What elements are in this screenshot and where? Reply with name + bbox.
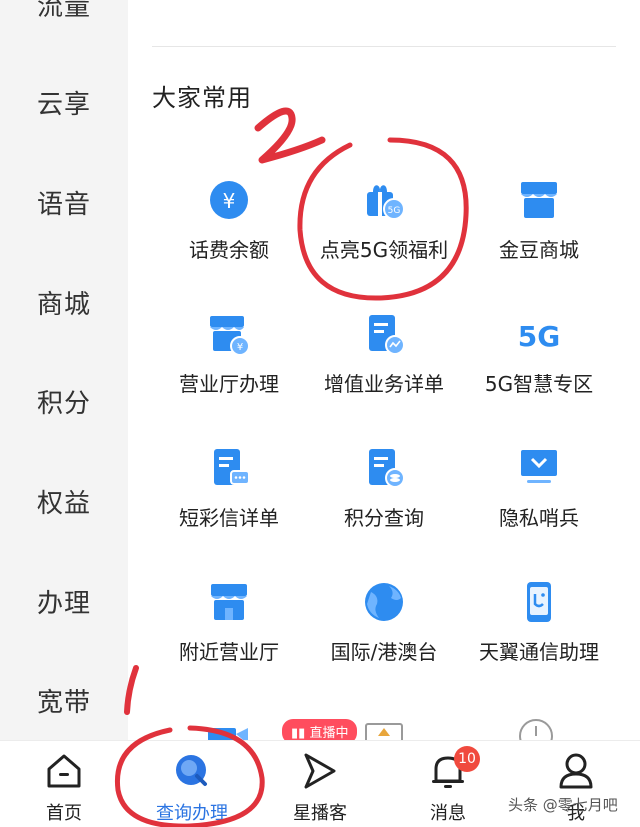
gift-5g-icon: 5G [367, 185, 405, 220]
user-icon [559, 753, 593, 789]
partial-grid-row [128, 712, 640, 740]
nav-query[interactable]: 查询办理 [128, 741, 256, 827]
section-title: 大家常用 [152, 84, 252, 112]
5g-logo-icon: 5G [518, 320, 560, 353]
grid-label: 隐私哨兵 [499, 506, 579, 530]
grid-label: 话费余额 [189, 238, 269, 262]
grid-label: 积分查询 [344, 506, 424, 530]
grid-item-nearby-hall[interactable]: 附近营业厅 [144, 580, 314, 690]
globe-icon [365, 583, 403, 621]
play-arrow-icon [304, 753, 336, 789]
svg-text:¥: ¥ [237, 342, 243, 353]
grid-item-points-query[interactable]: 积分查询 [299, 446, 469, 556]
document-message-icon [214, 449, 250, 485]
nav-home[interactable]: 首页 [0, 741, 128, 827]
grid-label: 附近营业厅 [179, 640, 279, 664]
grid-item-balance[interactable]: ¥ 话费余额 [144, 178, 314, 288]
grid-item-tianyi-assistant[interactable]: 天翼通信助理 [454, 580, 624, 690]
grid-item-international[interactable]: 国际/港澳台 [299, 580, 469, 690]
nav-label: 查询办理 [156, 803, 228, 824]
sidebar-item-benefits[interactable]: 权益 [0, 483, 128, 520]
document-coins-icon [369, 449, 405, 488]
monitor-shield-icon [521, 450, 557, 483]
grid-label: 5G智慧专区 [484, 372, 594, 396]
grid-label: 增值业务详单 [324, 372, 444, 396]
phone-assistant-icon [527, 582, 551, 622]
sidebar-item-mall[interactable]: 商城 [0, 284, 128, 321]
sidebar-item-traffic[interactable]: 流量 [0, 0, 128, 23]
search-icon [176, 755, 207, 786]
grid-label: 国际/港澳台 [330, 640, 438, 664]
unread-badge: 10 [454, 746, 480, 772]
grid-label: 天翼通信助理 [479, 640, 599, 664]
svg-text:5G: 5G [388, 206, 401, 216]
svg-text:5G: 5G [518, 320, 560, 353]
clock-icon [519, 719, 553, 740]
store-yuan-icon: ¥ [210, 316, 250, 356]
live-badge[interactable]: ▮▮ 直播中 [282, 719, 358, 740]
grid-label: 营业厅办理 [179, 372, 279, 396]
grid-item-vas-detail[interactable]: 增值业务详单 [299, 312, 469, 422]
grid-item-5g-benefits[interactable]: 5G 点亮5G领福利 [299, 178, 469, 288]
yuan-coin-icon: ¥ [210, 181, 248, 219]
grid-item-privacy-sentinel[interactable]: 隐私哨兵 [454, 446, 624, 556]
sidebar-item-cloud[interactable]: 云享 [0, 84, 128, 121]
nearby-store-icon [211, 584, 247, 620]
svg-text:¥: ¥ [223, 189, 236, 213]
main-panel: 大家常用 ¥ 话费余额 5G 点亮5G领福利 金豆商城 ¥ 营业厅办理 增值业务… [128, 0, 640, 740]
nav-label: 首页 [46, 803, 82, 824]
sidebar-item-points[interactable]: 积分 [0, 383, 128, 420]
divider [152, 46, 616, 47]
grid-item-gold-mall[interactable]: 金豆商城 [454, 178, 624, 288]
live-badge-label: 直播中 [309, 726, 349, 740]
nav-label: 消息 [430, 803, 466, 824]
folder-upload-icon [365, 723, 403, 740]
sidebar-item-voice[interactable]: 语音 [0, 184, 128, 221]
shop-icon [521, 182, 557, 218]
nav-star-podcast[interactable]: 星播客 [256, 741, 384, 827]
live-bars-icon: ▮▮ [291, 726, 310, 740]
watermark: 头条 @零七月吧 [508, 796, 618, 814]
sidebar-item-handle[interactable]: 办理 [0, 583, 128, 620]
category-sidebar: 流量 云享 语音 商城 积分 权益 办理 宽带 [0, 0, 128, 740]
nav-messages[interactable]: 10 消息 [384, 741, 512, 827]
sidebar-item-broadband[interactable]: 宽带 [0, 682, 128, 719]
grid-label: 短彩信详单 [179, 506, 279, 530]
grid-label: 点亮5G领福利 [319, 238, 449, 262]
home-icon [47, 754, 81, 788]
nav-label: 星播客 [293, 803, 347, 824]
grid-item-business-hall[interactable]: ¥ 营业厅办理 [144, 312, 314, 422]
grid-label: 金豆商城 [499, 238, 579, 262]
document-chart-icon [369, 315, 405, 355]
grid-item-sms-detail[interactable]: 短彩信详单 [144, 446, 314, 556]
grid-item-5g-zone[interactable]: 5G 5G智慧专区 [454, 312, 624, 422]
video-camera-icon [208, 728, 248, 740]
